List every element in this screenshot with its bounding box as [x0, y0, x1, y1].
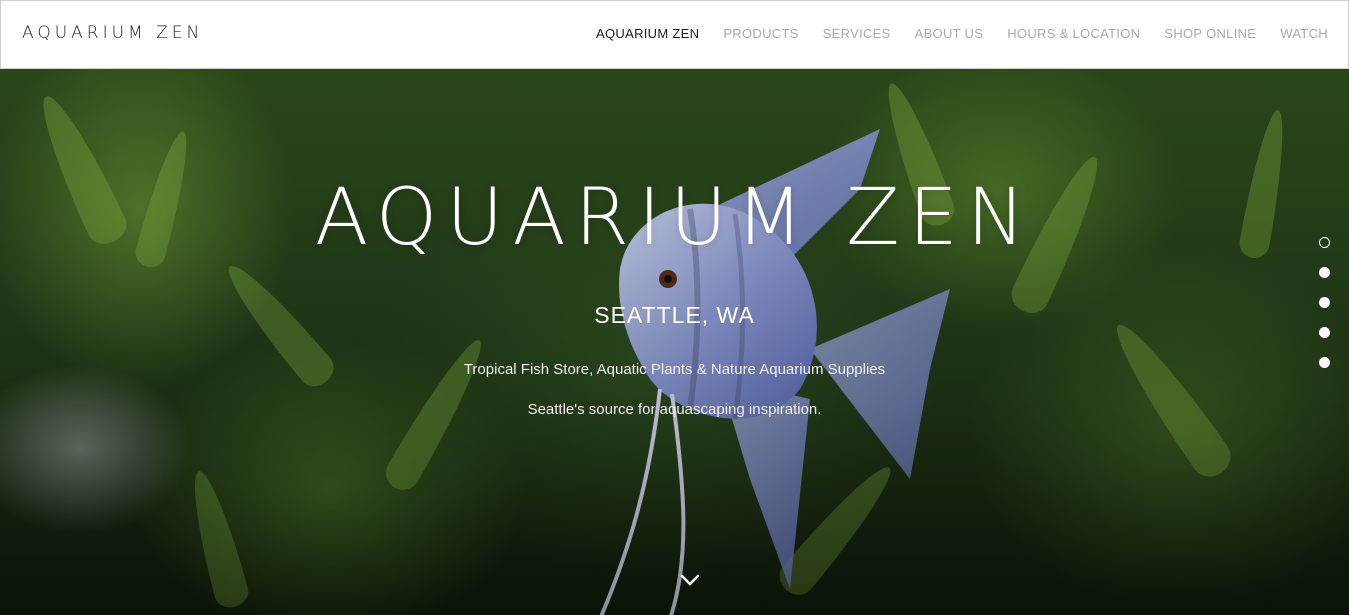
section-dot-2[interactable] — [1319, 267, 1330, 278]
nav-item-services[interactable]: SERVICES — [823, 26, 891, 41]
hero-section: AQUARIUM ZEN SEATTLE, WA Tropical Fish S… — [0, 69, 1349, 615]
main-nav: AQUARIUM ZEN PRODUCTS SERVICES ABOUT US … — [596, 26, 1328, 41]
section-dot-4[interactable] — [1319, 327, 1330, 338]
chevron-down-icon[interactable] — [679, 572, 701, 588]
nav-item-watch[interactable]: WATCH — [1280, 26, 1328, 41]
hero-title: AQUARIUM ZEN — [314, 173, 1035, 263]
nav-item-aquarium-zen[interactable]: AQUARIUM ZEN — [596, 26, 699, 41]
site-logo[interactable]: AQUARIUM ZEN — [22, 23, 203, 43]
section-dot-nav — [1319, 237, 1330, 368]
hero-content: AQUARIUM ZEN SEATTLE, WA Tropical Fish S… — [0, 69, 1349, 615]
site-header: AQUARIUM ZEN AQUARIUM ZEN PRODUCTS SERVI… — [0, 0, 1349, 69]
nav-item-products[interactable]: PRODUCTS — [723, 26, 798, 41]
section-dot-3[interactable] — [1319, 297, 1330, 308]
hero-tagline: Tropical Fish Store, Aquatic Plants & Na… — [463, 361, 886, 378]
hero-location: SEATTLE, WA — [594, 302, 755, 328]
nav-item-shop-online[interactable]: SHOP ONLINE — [1164, 26, 1256, 41]
hero-subline: Seattle's source for aquascaping inspira… — [527, 401, 822, 418]
section-dot-1[interactable] — [1319, 237, 1330, 248]
section-dot-5[interactable] — [1319, 357, 1330, 368]
nav-item-hours-location[interactable]: HOURS & LOCATION — [1007, 26, 1140, 41]
nav-item-about-us[interactable]: ABOUT US — [915, 26, 984, 41]
